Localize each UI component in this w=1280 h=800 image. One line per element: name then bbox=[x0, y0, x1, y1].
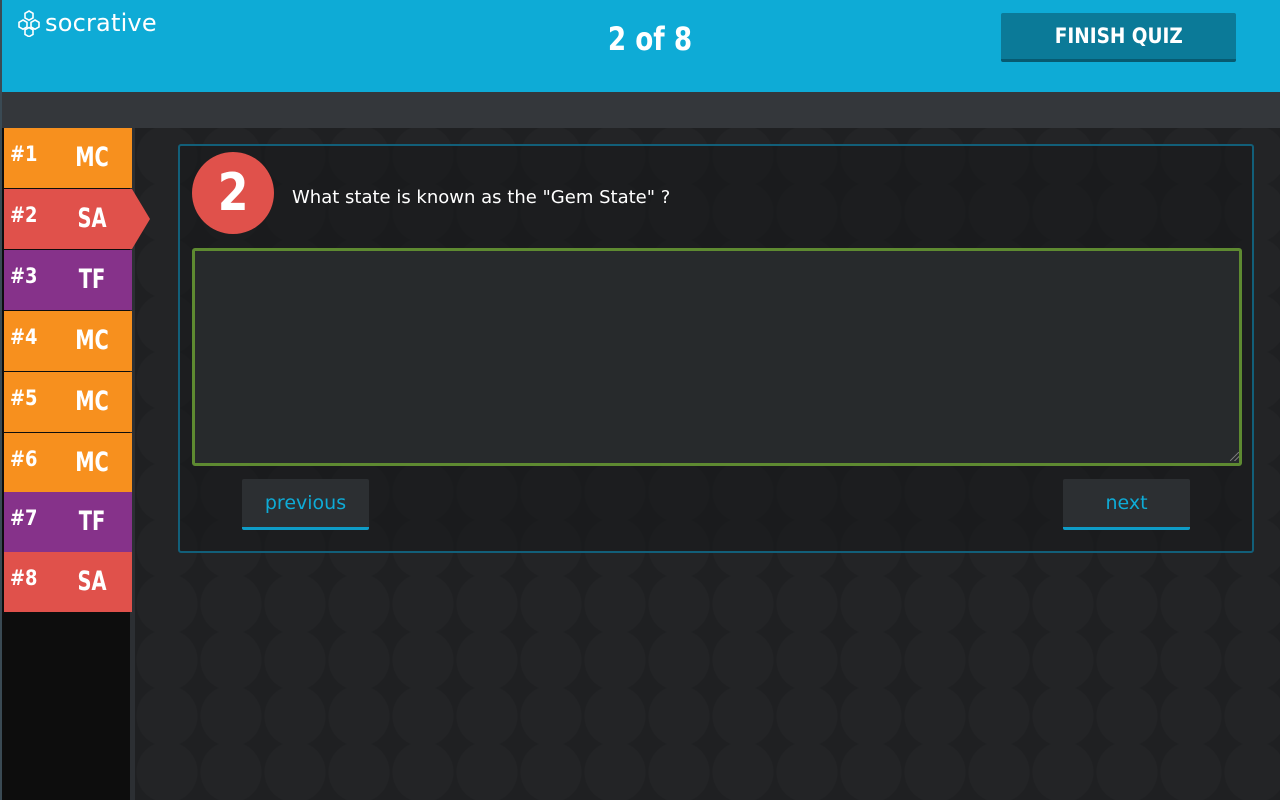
sidebar-item-number: #8 bbox=[10, 566, 38, 590]
resize-grip-icon[interactable] bbox=[1230, 452, 1239, 461]
sidebar-item-type: MC bbox=[75, 386, 109, 417]
question-progress: 2 of 8 bbox=[607, 20, 693, 58]
sidebar-item-q7[interactable]: #7 TF bbox=[4, 492, 132, 552]
finish-quiz-button[interactable]: FINISH QUIZ bbox=[1001, 13, 1236, 62]
sidebar-item-number: #3 bbox=[10, 264, 38, 288]
sidebar-item-q4[interactable]: #4 MC bbox=[4, 311, 132, 371]
sidebar-item-q5[interactable]: #5 MC bbox=[4, 372, 132, 432]
sidebar-item-number: #1 bbox=[10, 142, 38, 166]
question-number-badge: 2 bbox=[192, 152, 274, 234]
sidebar-item-type: SA bbox=[77, 566, 107, 597]
question-text: What state is known as the "Gem State" ? bbox=[292, 187, 671, 208]
sidebar-item-number: #7 bbox=[10, 506, 38, 530]
sidebar-item-number: #2 bbox=[10, 203, 38, 227]
brand-name: socrative bbox=[45, 9, 157, 37]
sidebar-item-type: MC bbox=[75, 325, 109, 356]
hexagon-cluster-logo-icon bbox=[18, 10, 40, 37]
sidebar-item-q3[interactable]: #3 TF bbox=[4, 250, 132, 310]
sidebar-item-q8[interactable]: #8 SA bbox=[4, 552, 132, 612]
sidebar-item-type: MC bbox=[75, 142, 109, 173]
sidebar-item-type: SA bbox=[77, 203, 107, 234]
question-sidebar: #1 MC #2 SA #3 TF #4 MC #5 MC #6 MC #7 T… bbox=[0, 128, 150, 800]
sidebar-item-number: #5 bbox=[10, 386, 38, 410]
sidebar-item-q1[interactable]: #1 MC bbox=[4, 128, 132, 188]
sidebar-item-number: #4 bbox=[10, 325, 38, 349]
previous-button[interactable]: previous bbox=[242, 479, 369, 530]
sidebar-item-q6[interactable]: #6 MC bbox=[4, 433, 132, 493]
answer-textarea[interactable] bbox=[192, 248, 1242, 466]
question-number: 2 bbox=[217, 163, 249, 223]
sidebar-item-type: TF bbox=[78, 506, 106, 537]
sidebar-item-type: TF bbox=[78, 264, 106, 295]
brand-logo: socrative bbox=[16, 8, 157, 38]
question-card: 2 What state is known as the "Gem State"… bbox=[178, 144, 1254, 553]
subheader-bar bbox=[0, 92, 1280, 128]
next-button[interactable]: next bbox=[1063, 479, 1190, 530]
sidebar-item-type: MC bbox=[75, 447, 109, 478]
sidebar-item-number: #6 bbox=[10, 447, 38, 471]
sidebar-item-q2[interactable]: #2 SA bbox=[4, 189, 150, 249]
top-header: socrative 2 of 8 FINISH QUIZ bbox=[0, 0, 1280, 92]
finish-quiz-label: FINISH QUIZ bbox=[1054, 24, 1183, 48]
